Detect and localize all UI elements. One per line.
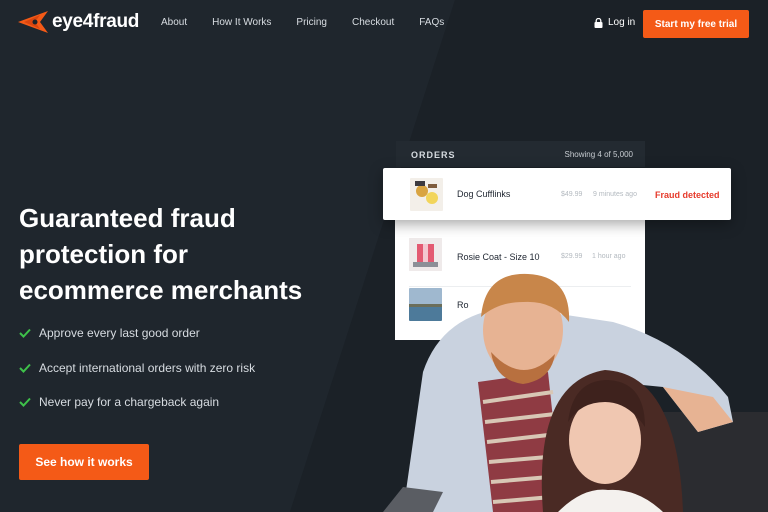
hero-photo [383, 273, 768, 512]
benefits-list: Approve every last good order Accept int… [19, 325, 255, 429]
logo-text: eye4fraud [52, 11, 140, 32]
lock-icon [594, 17, 603, 28]
benefit-item: Accept international orders with zero ri… [19, 360, 255, 376]
order-time: 1 hour ago [592, 253, 626, 260]
login-label: Log in [608, 17, 636, 28]
hero-headline: Guaranteed fraud protection for ecommerc… [19, 200, 339, 308]
orders-header: ORDERS Showing 4 of 5,000 [396, 141, 645, 167]
nav-link-pricing[interactable]: Pricing [296, 17, 327, 28]
top-navigation: eye4fraud About How It Works Pricing Che… [0, 0, 768, 48]
headline-line: protection for [19, 239, 188, 269]
fraud-order-card[interactable]: Dog Cufflinks $49.99 9 minutes ago Fraud… [383, 168, 731, 220]
login-link[interactable]: Log in [594, 17, 635, 28]
check-icon [19, 397, 31, 407]
benefit-text: Approve every last good order [39, 326, 200, 340]
nav-links: About How It Works Pricing Checkout FAQs [161, 17, 469, 28]
see-how-it-works-button[interactable]: See how it works [19, 444, 149, 480]
benefit-text: Never pay for a chargeback again [39, 395, 220, 409]
order-time: 9 minutes ago [593, 191, 637, 198]
orders-title: ORDERS [411, 150, 456, 160]
order-price: $49.99 [561, 191, 583, 198]
nav-link-faqs[interactable]: FAQs [419, 17, 444, 28]
nav-link-how-it-works[interactable]: How It Works [212, 17, 271, 28]
nav-link-about[interactable]: About [161, 17, 187, 28]
product-thumbnail [410, 178, 443, 211]
order-name: Rosie Coat - Size 10 [457, 252, 540, 262]
nav-link-checkout[interactable]: Checkout [352, 17, 394, 28]
benefit-text: Accept international orders with zero ri… [39, 360, 256, 375]
benefit-item: Never pay for a chargeback again [19, 394, 255, 410]
check-icon [19, 363, 31, 373]
check-icon [19, 328, 31, 338]
order-name: Dog Cufflinks [457, 189, 511, 199]
start-free-trial-button[interactable]: Start my free trial [643, 10, 749, 38]
logo[interactable]: eye4fraud [18, 11, 139, 33]
order-price: $29.99 [561, 253, 583, 260]
fraud-status-label: Fraud detected [655, 190, 720, 200]
eye-logo-icon [18, 11, 48, 33]
orders-count: Showing 4 of 5,000 [564, 150, 634, 159]
headline-line: ecommerce merchants [19, 275, 303, 305]
benefit-item: Approve every last good order [19, 325, 255, 341]
headline-line: Guaranteed fraud [19, 203, 236, 233]
